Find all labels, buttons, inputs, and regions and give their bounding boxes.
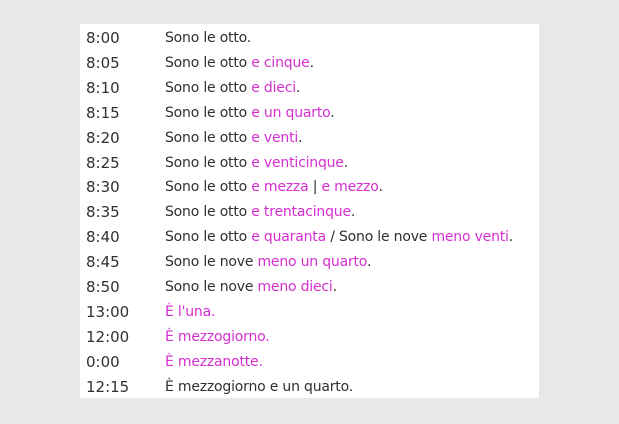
- phrase-text: .: [350, 204, 356, 221]
- highlighted-phrase: e cinque: [251, 54, 310, 71]
- phrase-text: Sono le otto.: [165, 30, 252, 46]
- phrase-text: Sono le nove: [165, 254, 258, 271]
- table-row: 8:35 Sono le otto e trentacinque.: [80, 200, 539, 225]
- highlighted-phrase: e venticinque: [251, 154, 344, 171]
- phrase-text: Sono le otto: [165, 154, 252, 171]
- time-cell: 12:00: [86, 327, 130, 346]
- time-cell: 8:35: [86, 203, 120, 222]
- phrase-text: È mezzogiorno e un quarto.: [165, 378, 353, 395]
- highlighted-phrase: e un quarto: [251, 104, 331, 121]
- phrase-text: Sono le otto: [165, 54, 252, 71]
- highlighted-phrase: e trentacinque: [251, 204, 351, 221]
- phrase-cell: Sono le otto e dieci.: [165, 76, 300, 101]
- table-row: 8:10 Sono le otto e dieci.: [80, 76, 539, 101]
- phrase-text: Sono le otto: [165, 104, 252, 121]
- highlighted-phrase: meno dieci: [257, 279, 333, 295]
- phrase-cell: Sono le otto e quaranta / Sono le nove m…: [165, 225, 513, 250]
- highlighted-phrase: È mezzanotte.: [165, 353, 263, 370]
- time-cell: 0:00: [86, 352, 120, 371]
- phrase-cell: È mezzanotte.: [165, 350, 263, 375]
- phrase-text: |: [308, 179, 322, 196]
- table-row: 8:30 Sono le otto e mezza | e mezzo.: [80, 175, 539, 200]
- phrase-text: Sono le otto: [165, 229, 252, 246]
- time-cell: 8:40: [86, 228, 120, 247]
- phrase-cell: Sono le otto e mezza | e mezzo.: [165, 175, 383, 200]
- phrase-text: Sono le otto: [165, 129, 252, 146]
- phrase-text: .: [330, 104, 335, 121]
- phrase-cell: È mezzogiorno e un quarto.: [165, 375, 353, 398]
- table-row: 8:45 Sono le nove meno un quarto.: [80, 250, 539, 275]
- phrase-cell: Sono le otto e cinque.: [165, 51, 314, 76]
- table-row: 8:20 Sono le otto e venti.: [80, 126, 539, 151]
- time-cell: 8:50: [86, 278, 120, 296]
- table-row: 8:05 Sono le otto e cinque.: [80, 51, 539, 76]
- highlighted-phrase: e dieci: [251, 79, 296, 96]
- phrase-cell: Sono le otto.: [165, 26, 251, 51]
- table-row: 0:00 È mezzanotte.: [80, 350, 539, 375]
- highlighted-phrase: meno un quarto: [257, 254, 367, 271]
- phrase-cell: Sono le otto e venticinque.: [165, 151, 348, 176]
- time-cell: 8:00: [86, 29, 120, 47]
- phrase-text: .: [508, 229, 514, 246]
- highlighted-phrase: e venti: [251, 129, 299, 146]
- time-cell: 12:15: [86, 377, 130, 396]
- phrase-text: .: [366, 254, 372, 271]
- table-row: 12:00 È mezzogiorno.: [80, 325, 539, 350]
- table-row: 12:15 È mezzogiorno e un quarto.: [80, 375, 539, 398]
- phrase-text: Sono le otto: [165, 204, 252, 221]
- table-row: 8:40 Sono le otto e quaranta / Sono le no…: [80, 225, 539, 250]
- highlighted-phrase: È mezzogiorno.: [165, 328, 270, 345]
- phrase-cell: Sono le otto e un quarto.: [165, 101, 335, 126]
- phrase-text: Sono le otto: [165, 79, 252, 96]
- phrase-text: .: [298, 129, 303, 146]
- time-cell: 8:05: [86, 53, 120, 72]
- phrase-text: / Sono le nove: [325, 229, 432, 246]
- highlighted-phrase: e mezza: [251, 179, 309, 196]
- table-row: 13:00 È l'una.: [80, 300, 539, 325]
- phrase-text: .: [378, 179, 383, 196]
- phrase-text: Sono le nove: [165, 279, 258, 295]
- highlighted-phrase: e quaranta: [251, 229, 326, 246]
- phrase-text: .: [332, 279, 337, 295]
- time-cell: 8:15: [86, 103, 120, 122]
- time-cell: 8:10: [86, 78, 120, 97]
- phrase-cell: È mezzogiorno.: [165, 325, 270, 350]
- phrase-cell: Sono le nove meno un quarto.: [165, 250, 371, 275]
- table-row: 8:15 Sono le otto e un quarto.: [80, 101, 539, 126]
- time-cell: 8:45: [86, 253, 120, 272]
- phrase-cell: Sono le otto e trentacinque.: [165, 200, 355, 225]
- time-cell: 8:30: [86, 178, 120, 197]
- phrase-cell: Sono le nove meno dieci.: [165, 275, 337, 300]
- time-cell: 13:00: [86, 302, 130, 321]
- table-row: 8:25 Sono le otto e venticinque.: [80, 151, 539, 176]
- time-cell: 8:25: [86, 153, 120, 172]
- phrase-text: .: [295, 79, 301, 96]
- time-expressions-table: 8:00 Sono le otto. 8:05 Sono le otto e cinq…: [80, 24, 539, 398]
- table-row: 8:50 Sono le nove meno dieci.: [80, 275, 539, 300]
- highlighted-phrase: È l'una.: [165, 303, 216, 320]
- phrase-cell: Sono le otto e venti.: [165, 126, 303, 151]
- highlighted-phrase: meno venti: [431, 229, 509, 246]
- time-cell: 8:20: [86, 128, 120, 147]
- table-row: 8:00 Sono le otto.: [80, 26, 539, 51]
- phrase-text: .: [343, 154, 348, 171]
- phrase-cell: È l'una.: [165, 300, 215, 325]
- highlighted-phrase: e mezzo: [321, 179, 379, 196]
- phrase-text: .: [309, 54, 314, 71]
- phrase-text: Sono le otto: [165, 179, 252, 196]
